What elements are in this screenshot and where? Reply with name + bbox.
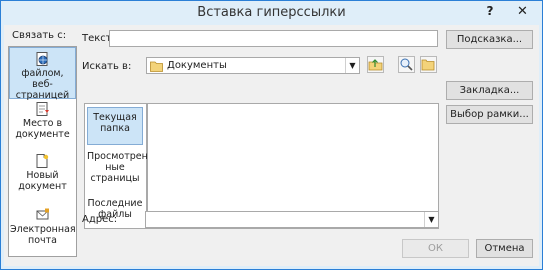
text-input[interactable] — [109, 30, 438, 47]
look-in-combo[interactable]: Документы ▼ — [146, 57, 360, 74]
sidebar-item-email[interactable]: Электронная почта — [10, 204, 76, 254]
globe-page-icon — [36, 52, 47, 66]
browse-web-icon — [400, 58, 413, 71]
view-current-folder[interactable]: Текущая папка — [87, 107, 143, 145]
hyperlink-dialog: Вставка гиперссылки ? ✕ Связать с: файло… — [0, 0, 543, 270]
close-icon: ✕ — [517, 4, 528, 19]
up-folder-button[interactable] — [367, 56, 384, 73]
chevron-down-icon[interactable]: ▼ — [424, 212, 438, 227]
look-in-label: Искать в: — [82, 61, 132, 72]
sidebar-item-file-web[interactable]: файлом, веб-страницей — [9, 47, 76, 101]
sidebar-item-label: Новый документ — [18, 170, 67, 192]
mail-icon — [36, 208, 49, 220]
address-input[interactable]: ▼ — [145, 211, 439, 228]
ok-button[interactable]: ОК — [402, 239, 469, 258]
address-label: Адрес: — [82, 214, 118, 225]
dialog-body: Связать с: файлом, веб-страницей Место в… — [4, 25, 539, 266]
new-document-icon — [36, 154, 48, 168]
dialog-title: Вставка гиперссылки — [197, 5, 346, 20]
link-to-label: Связать с: — [12, 30, 67, 41]
folder-icon — [150, 61, 163, 72]
look-in-value: Документы — [167, 60, 227, 71]
hint-button[interactable]: Подсказка... — [446, 30, 533, 49]
sidebar-item-place-in-document[interactable]: Место в документе — [10, 98, 75, 148]
browse-web-button[interactable] — [398, 56, 415, 73]
sidebar-item-label: файлом, веб-страницей — [15, 68, 70, 101]
view-pane: Текущая папка Просмотрен-ные страницы По… — [84, 103, 151, 229]
link-to-sidebar: файлом, веб-страницей Место в документе … — [8, 46, 77, 257]
cancel-button[interactable]: Отмена — [476, 239, 533, 258]
up-folder-icon — [368, 59, 383, 71]
sidebar-item-new-document[interactable]: Новый документ — [10, 150, 75, 200]
title-bar: Вставка гиперссылки ? ✕ — [1, 1, 542, 25]
chevron-down-icon[interactable]: ▼ — [345, 58, 359, 73]
view-browsed-pages[interactable]: Просмотрен-ные страницы — [87, 151, 151, 187]
sidebar-item-label: Место в документе — [15, 118, 70, 140]
bookmark-button[interactable]: Закладка... — [446, 81, 533, 100]
open-folder-icon — [421, 59, 435, 71]
browse-file-button[interactable] — [420, 56, 437, 73]
document-bookmark-icon — [36, 102, 49, 116]
target-frame-button[interactable]: Выбор рамки... — [446, 105, 533, 124]
sidebar-item-label: Электронная почта — [10, 224, 76, 246]
close-button[interactable]: ✕ — [506, 2, 539, 21]
help-button[interactable]: ? — [483, 4, 497, 20]
